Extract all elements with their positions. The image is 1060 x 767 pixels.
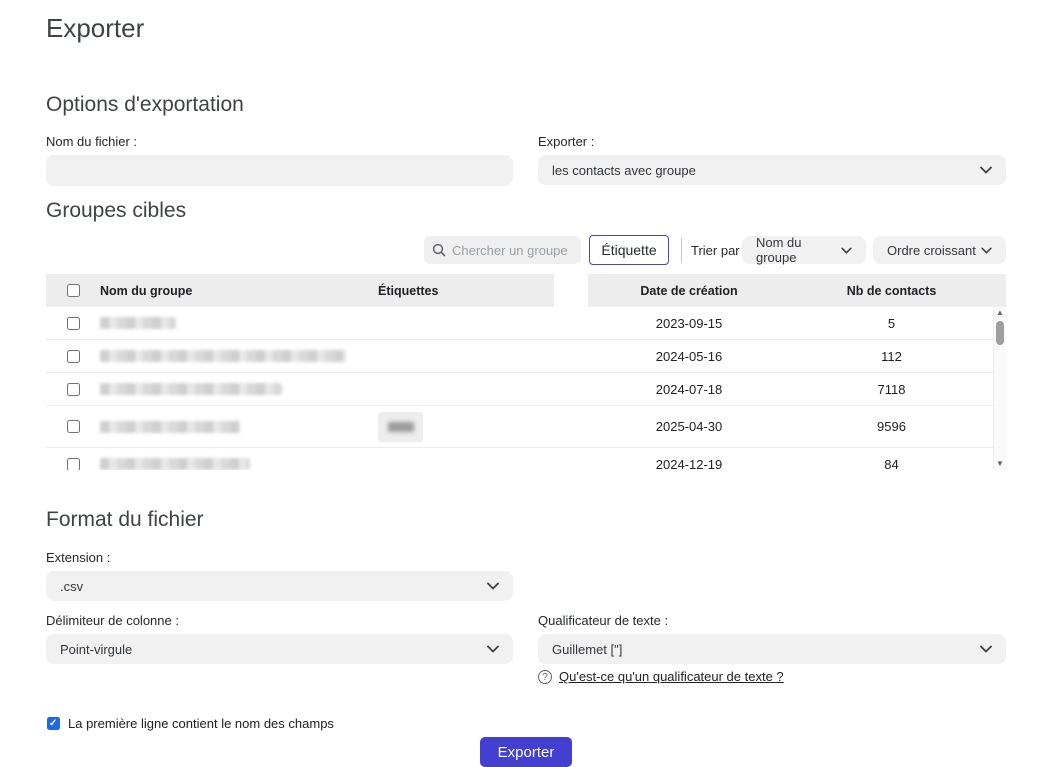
filename-input[interactable]	[46, 155, 513, 186]
scrollbar-thumb[interactable]	[996, 321, 1004, 345]
table-header: Nom du groupe Étiquettes Date de créatio…	[46, 274, 1006, 307]
table-body: 2023-09-1552024-05-161122024-07-18711820…	[46, 307, 1006, 470]
group-name-redacted	[100, 421, 240, 433]
export-target-select[interactable]: les contacts avec groupe	[538, 155, 1006, 185]
group-search-box[interactable]	[424, 236, 581, 264]
filename-label: Nom du fichier :	[46, 134, 137, 149]
row-checkbox[interactable]	[67, 458, 80, 471]
extension-label: Extension :	[46, 550, 110, 565]
export-target-label: Exporter :	[538, 134, 594, 149]
table-row: 2024-05-16112	[46, 340, 1006, 373]
select-all-checkbox[interactable]	[67, 284, 80, 297]
groups-table: Nom du groupe Étiquettes Date de créatio…	[46, 274, 1006, 470]
scroll-up-icon[interactable]	[994, 307, 1007, 319]
group-name-redacted	[100, 317, 176, 329]
chevron-down-icon	[841, 247, 852, 254]
format-section-heading: Format du fichier	[46, 508, 204, 532]
sort-order-value: Ordre croissant	[887, 243, 976, 258]
qualifier-label: Qualificateur de texte :	[538, 613, 668, 628]
col-header-name: Nom du groupe	[100, 284, 378, 298]
chevron-down-icon	[487, 582, 499, 590]
table-row: 2023-09-155	[46, 307, 1006, 340]
group-name-redacted	[100, 350, 346, 362]
export-button[interactable]: Exporter	[480, 737, 572, 767]
table-row: 2024-12-1984	[46, 448, 1006, 470]
table-row: 2025-04-309596	[46, 406, 1006, 448]
creation-date: 2025-04-30	[588, 406, 790, 447]
tag-filter-button[interactable]: Étiquette	[589, 235, 669, 265]
row-checkbox[interactable]	[67, 383, 80, 396]
contact-count: 5	[790, 307, 993, 339]
extension-select[interactable]: .csv	[46, 571, 513, 601]
export-target-value: les contacts avec groupe	[552, 163, 696, 178]
row-checkbox[interactable]	[67, 420, 80, 433]
sort-field-value: Nom du groupe	[756, 235, 841, 265]
col-header-contacts: Nb de contacts	[790, 284, 993, 298]
filter-divider	[681, 238, 682, 263]
delimiter-value: Point-virgule	[60, 642, 132, 657]
qualifier-value: Guillemet ["]	[552, 642, 622, 657]
chevron-down-icon	[981, 247, 992, 254]
group-search-input[interactable]	[452, 243, 572, 258]
contact-count: 84	[790, 448, 993, 470]
group-name-redacted	[100, 383, 282, 395]
sort-by-label: Trier par :	[691, 243, 747, 258]
chevron-down-icon	[980, 166, 992, 174]
export-page: Exporter Options d'exportation Nom du fi…	[0, 0, 1060, 767]
row-checkbox[interactable]	[67, 350, 80, 363]
delimiter-select[interactable]: Point-virgule	[46, 634, 513, 664]
col-header-created: Date de création	[588, 284, 790, 298]
table-row: 2024-07-187118	[46, 373, 1006, 406]
group-name-redacted	[100, 458, 250, 470]
extension-value: .csv	[60, 579, 83, 594]
groups-section-heading: Groupes cibles	[46, 199, 186, 223]
creation-date: 2024-12-19	[588, 448, 790, 470]
help-icon: ?	[538, 670, 552, 684]
contact-count: 112	[790, 340, 993, 372]
first-line-checkbox[interactable]	[47, 717, 60, 730]
sort-order-select[interactable]: Ordre croissant	[873, 236, 1006, 264]
first-line-checkbox-label: La première ligne contient le nom des ch…	[68, 716, 334, 731]
options-section-heading: Options d'exportation	[46, 93, 244, 117]
search-icon	[432, 243, 446, 257]
contact-count: 9596	[790, 406, 993, 447]
creation-date: 2024-07-18	[588, 373, 790, 405]
chevron-down-icon	[980, 645, 992, 653]
chevron-down-icon	[487, 645, 499, 653]
creation-date: 2023-09-15	[588, 307, 790, 339]
qualifier-help-link[interactable]: Qu'est-ce qu'un qualificateur de texte ?	[559, 669, 784, 684]
delimiter-label: Délimiteur de colonne :	[46, 613, 179, 628]
page-title: Exporter	[46, 13, 144, 44]
row-checkbox[interactable]	[67, 317, 80, 330]
tag-chip	[378, 412, 423, 442]
qualifier-select[interactable]: Guillemet ["]	[538, 634, 1006, 664]
col-header-tags: Étiquettes	[378, 284, 554, 298]
sort-field-select[interactable]: Nom du groupe	[742, 236, 866, 264]
contact-count: 7118	[790, 373, 993, 405]
creation-date: 2024-05-16	[588, 340, 790, 372]
scroll-down-icon[interactable]	[994, 458, 1007, 470]
vertical-scrollbar[interactable]	[993, 307, 1006, 470]
